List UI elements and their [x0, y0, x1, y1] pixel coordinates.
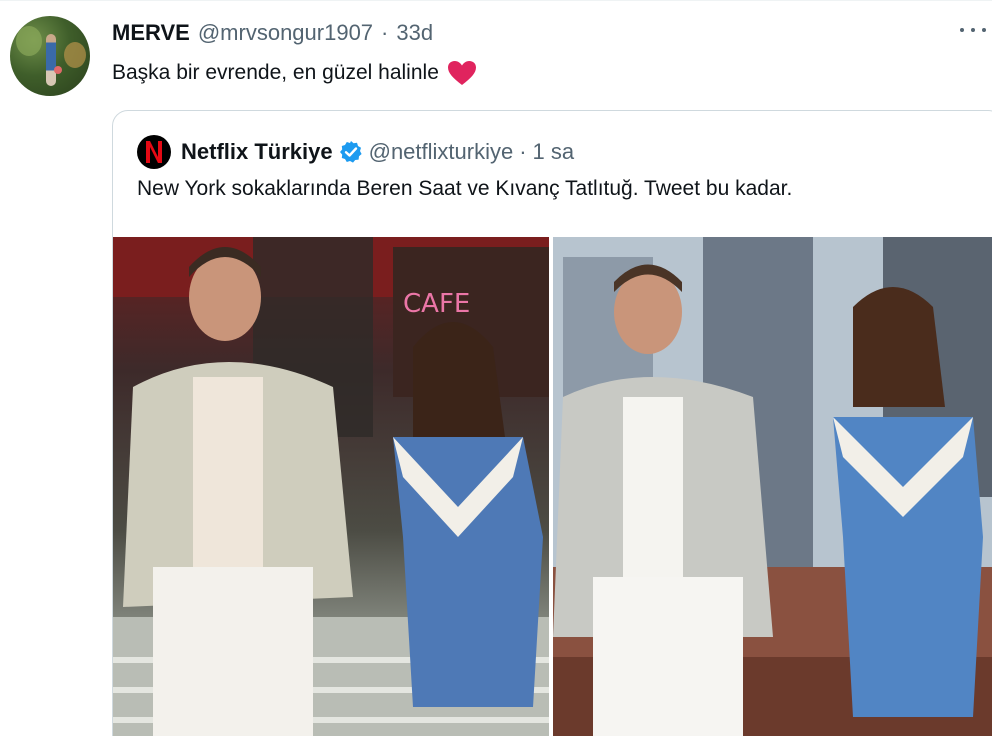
display-name[interactable]: MERVE	[112, 20, 190, 46]
tweet-body: Başka bir evrende, en güzel halinle	[112, 61, 439, 84]
quoted-timestamp[interactable]: 1 sa	[533, 139, 575, 165]
avatar-figure	[46, 34, 56, 86]
netflix-n-icon	[146, 141, 162, 163]
quoted-display-name[interactable]: Netflix Türkiye	[181, 139, 333, 165]
quoted-tweet-header: Netflix Türkiye @netflixturkiye · 1 sa	[137, 135, 574, 169]
timestamp[interactable]: 33d	[396, 20, 433, 46]
separator-dot: ·	[381, 20, 389, 45]
netflix-logo-icon[interactable]	[137, 135, 171, 169]
tweet-header: MERVE @mrvsongur1907 · 33d	[112, 20, 433, 46]
quoted-user-handle[interactable]: @netflixturkiye	[369, 139, 514, 165]
dot	[960, 28, 964, 32]
quoted-tweet-text: New York sokaklarında Beren Saat ve Kıva…	[137, 177, 793, 200]
avatar-foliage	[64, 42, 86, 68]
avatar[interactable]	[10, 16, 90, 96]
tweet-page: MERVE @mrvsongur1907 · 33d Başka bir evr…	[0, 0, 992, 736]
avatar-foliage	[16, 26, 42, 56]
media-grid: CAFE	[113, 237, 992, 736]
dot	[971, 28, 975, 32]
tweet-text: Başka bir evrende, en güzel halinle	[112, 60, 477, 86]
user-handle[interactable]: @mrvsongur1907	[198, 20, 373, 46]
red-heart-icon	[447, 61, 476, 85]
dot	[982, 28, 986, 32]
avatar-flower	[54, 66, 62, 74]
photo-right[interactable]	[553, 237, 992, 736]
svg-text:CAFE: CAFE	[403, 289, 470, 319]
more-dots-icon[interactable]	[960, 22, 986, 38]
quoted-tweet-card[interactable]: Netflix Türkiye @netflixturkiye · 1 sa N…	[112, 110, 992, 736]
verified-badge-icon	[339, 141, 362, 163]
separator-dot: ·	[519, 139, 527, 164]
photo-left[interactable]: CAFE	[113, 237, 549, 736]
divider	[0, 0, 992, 1]
